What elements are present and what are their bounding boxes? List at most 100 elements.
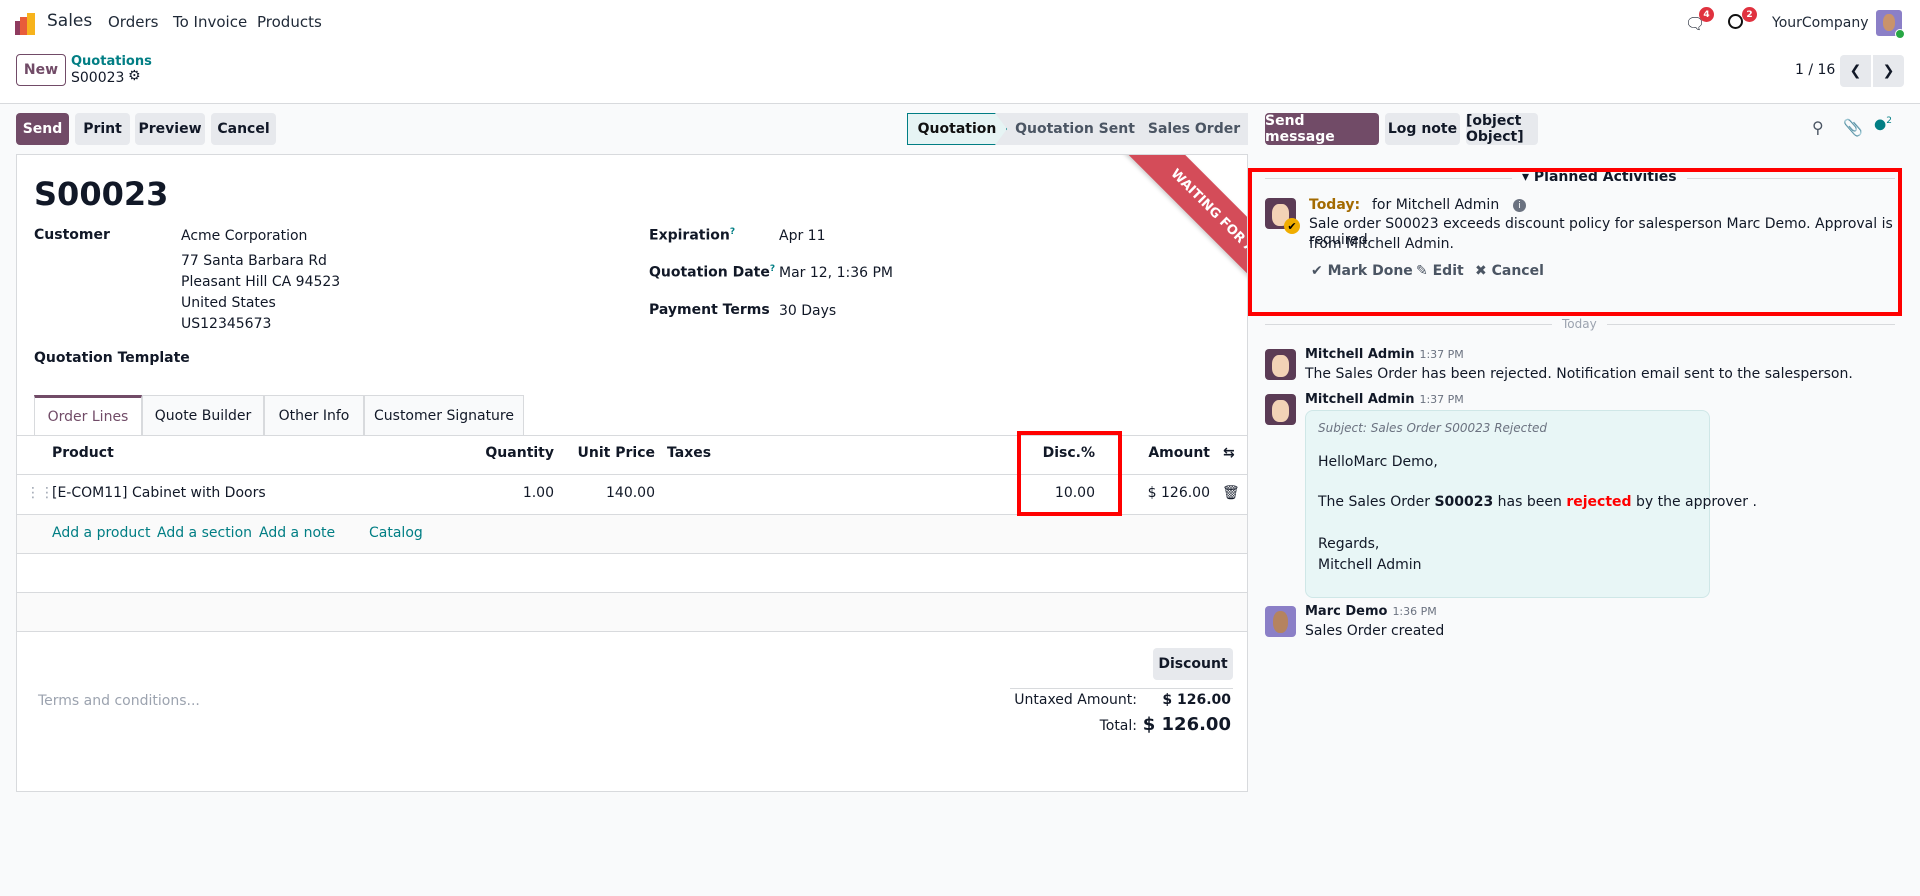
tab-quote-builder[interactable]: Quote Builder bbox=[142, 395, 264, 435]
chevron-left-icon: ❮ bbox=[1849, 63, 1862, 79]
col-unit-price[interactable]: Unit Price bbox=[578, 445, 655, 461]
divider bbox=[1010, 688, 1233, 689]
message-author[interactable]: Mitchell Admin 1:37 PM bbox=[1305, 392, 1464, 407]
stage-quotation[interactable]: Quotation bbox=[907, 113, 1007, 145]
top-navbar: Sales Orders To Invoice Products 🗨 4 2 Y… bbox=[0, 0, 1920, 46]
email-line: The Sales Order S00023 has been rejected… bbox=[1318, 494, 1757, 510]
col-product[interactable]: Product bbox=[52, 445, 114, 461]
print-button[interactable]: Print bbox=[75, 113, 130, 145]
divider bbox=[17, 631, 1247, 632]
record-title: S00023 bbox=[34, 175, 169, 213]
waiting-for-approval-ribbon: WAITING FOR APPROVAL bbox=[1102, 155, 1247, 370]
add-section-link[interactable]: Add a section bbox=[157, 525, 252, 541]
expiration-label: Expiration? bbox=[649, 227, 736, 244]
col-quantity[interactable]: Quantity bbox=[485, 445, 554, 461]
message-time: 1:36 PM bbox=[1392, 605, 1437, 618]
activities-badge: 2 bbox=[1742, 7, 1757, 22]
help-icon[interactable]: ? bbox=[730, 227, 735, 237]
divider bbox=[17, 553, 1247, 554]
clock-icon bbox=[1728, 14, 1743, 29]
customer-street: 77 Santa Barbara Rd bbox=[181, 253, 327, 269]
tab-order-lines[interactable]: Order Lines bbox=[34, 395, 142, 436]
avatar[interactable] bbox=[1265, 349, 1296, 380]
highlight-box-activities bbox=[1248, 168, 1902, 316]
customer-label: Customer bbox=[34, 227, 110, 243]
cell-quantity[interactable]: 1.00 bbox=[523, 485, 554, 501]
quotation-date-field[interactable]: Mar 12, 1:36 PM bbox=[779, 265, 893, 281]
menu-orders[interactable]: Orders bbox=[108, 13, 158, 31]
col-taxes[interactable]: Taxes bbox=[667, 445, 711, 461]
payment-terms-field[interactable]: 30 Days bbox=[779, 303, 836, 319]
pager-value[interactable]: 1 / 16 bbox=[1795, 62, 1835, 78]
expiration-field[interactable]: Apr 11 bbox=[779, 228, 825, 244]
add-product-link[interactable]: Add a product bbox=[52, 525, 150, 541]
cancel-button[interactable]: Cancel bbox=[211, 113, 276, 145]
new-button[interactable]: New bbox=[16, 54, 66, 86]
app-name[interactable]: Sales bbox=[47, 11, 92, 31]
pager-previous-button[interactable]: ❮ bbox=[1840, 55, 1871, 87]
log-note-button[interactable]: Log note bbox=[1385, 113, 1460, 145]
quotation-date-label: Quotation Date? bbox=[649, 264, 776, 281]
paperclip-icon[interactable]: 📎 bbox=[1843, 118, 1863, 137]
messages-badge: 4 bbox=[1699, 7, 1714, 22]
followers-button[interactable]: ●2 bbox=[1874, 116, 1892, 133]
cell-unit-price[interactable]: 140.00 bbox=[606, 485, 655, 501]
customer-city: Pleasant Hill CA 94523 bbox=[181, 274, 341, 290]
email-subject: Subject: Sales Order S00023 Rejected bbox=[1318, 421, 1547, 435]
untaxed-amount-value: $ 126.00 bbox=[1162, 692, 1231, 708]
terms-and-conditions-input[interactable]: Terms and conditions... bbox=[38, 693, 200, 709]
send-button[interactable]: Send bbox=[16, 113, 69, 145]
drag-handle-icon[interactable]: ⋮⋮ bbox=[26, 485, 54, 501]
date-separator: Today bbox=[1552, 317, 1607, 331]
email-greeting: HelloMarc Demo, bbox=[1318, 454, 1438, 470]
empty-row bbox=[17, 593, 1247, 631]
message-author[interactable]: Marc Demo 1:36 PM bbox=[1305, 604, 1437, 619]
col-amount[interactable]: Amount bbox=[1148, 445, 1210, 461]
highlight-box-discount bbox=[1017, 431, 1122, 516]
catalog-link[interactable]: Catalog bbox=[369, 525, 423, 541]
total-value: $ 126.00 bbox=[1142, 714, 1231, 735]
preview-button[interactable]: Preview bbox=[135, 113, 205, 145]
customer-vat: US12345673 bbox=[181, 316, 272, 332]
message-author[interactable]: Mitchell Admin 1:37 PM bbox=[1305, 347, 1464, 362]
send-message-button[interactable]: Send message bbox=[1265, 113, 1379, 145]
breadcrumb-current: S00023 bbox=[71, 70, 125, 86]
message-time: 1:37 PM bbox=[1419, 348, 1464, 361]
avatar[interactable] bbox=[1265, 606, 1296, 637]
quotation-template-label: Quotation Template bbox=[34, 350, 190, 366]
untaxed-amount-label: Untaxed Amount: bbox=[1014, 692, 1137, 708]
menu-to-invoice[interactable]: To Invoice bbox=[173, 13, 247, 31]
gear-icon[interactable]: ⚙ bbox=[128, 68, 141, 84]
user-icon: ● bbox=[1874, 116, 1887, 133]
customer-country: United States bbox=[181, 295, 276, 311]
user-avatar[interactable] bbox=[1876, 10, 1905, 39]
total-label: Total: bbox=[1099, 718, 1137, 734]
breadcrumb-quotations[interactable]: Quotations bbox=[71, 54, 152, 69]
discount-button[interactable]: Discount bbox=[1153, 648, 1233, 680]
tab-other-info[interactable]: Other Info bbox=[264, 395, 364, 435]
messages-button[interactable]: 🗨 4 bbox=[1685, 7, 1714, 33]
followers-count: 2 bbox=[1886, 116, 1892, 126]
stage-sales-order[interactable]: Sales Order bbox=[1140, 113, 1248, 145]
stage-quotation-sent[interactable]: Quotation Sent bbox=[1010, 113, 1140, 145]
chevron-right-icon: ❯ bbox=[1882, 63, 1895, 79]
avatar[interactable] bbox=[1265, 394, 1296, 425]
menu-products[interactable]: Products bbox=[257, 13, 322, 31]
control-panel: New Quotations S00023 ⚙ 1 / 16 ❮ ❯ bbox=[0, 46, 1920, 104]
activity-button[interactable]: [object Object] bbox=[1466, 113, 1538, 145]
help-icon[interactable]: ? bbox=[770, 264, 775, 274]
company-switcher[interactable]: YourCompany bbox=[1772, 15, 1869, 31]
pager-next-button[interactable]: ❯ bbox=[1873, 55, 1904, 87]
add-note-link[interactable]: Add a note bbox=[259, 525, 335, 541]
optional-columns-icon[interactable]: ⇆ bbox=[1223, 445, 1235, 461]
cell-amount: $ 126.00 bbox=[1147, 485, 1210, 501]
tab-customer-signature[interactable]: Customer Signature bbox=[364, 395, 524, 435]
email-regards: Regards, bbox=[1318, 536, 1380, 552]
search-icon[interactable]: ⚲ bbox=[1812, 118, 1824, 137]
cell-product[interactable]: [E-COM11] Cabinet with Doors bbox=[52, 485, 266, 501]
customer-name[interactable]: Acme Corporation bbox=[181, 228, 307, 244]
message-body: Sales Order created bbox=[1305, 623, 1445, 639]
activities-button[interactable]: 2 bbox=[1728, 7, 1757, 32]
sales-app-logo-icon[interactable] bbox=[15, 13, 37, 35]
trash-icon[interactable]: 🗑 bbox=[1222, 485, 1240, 501]
